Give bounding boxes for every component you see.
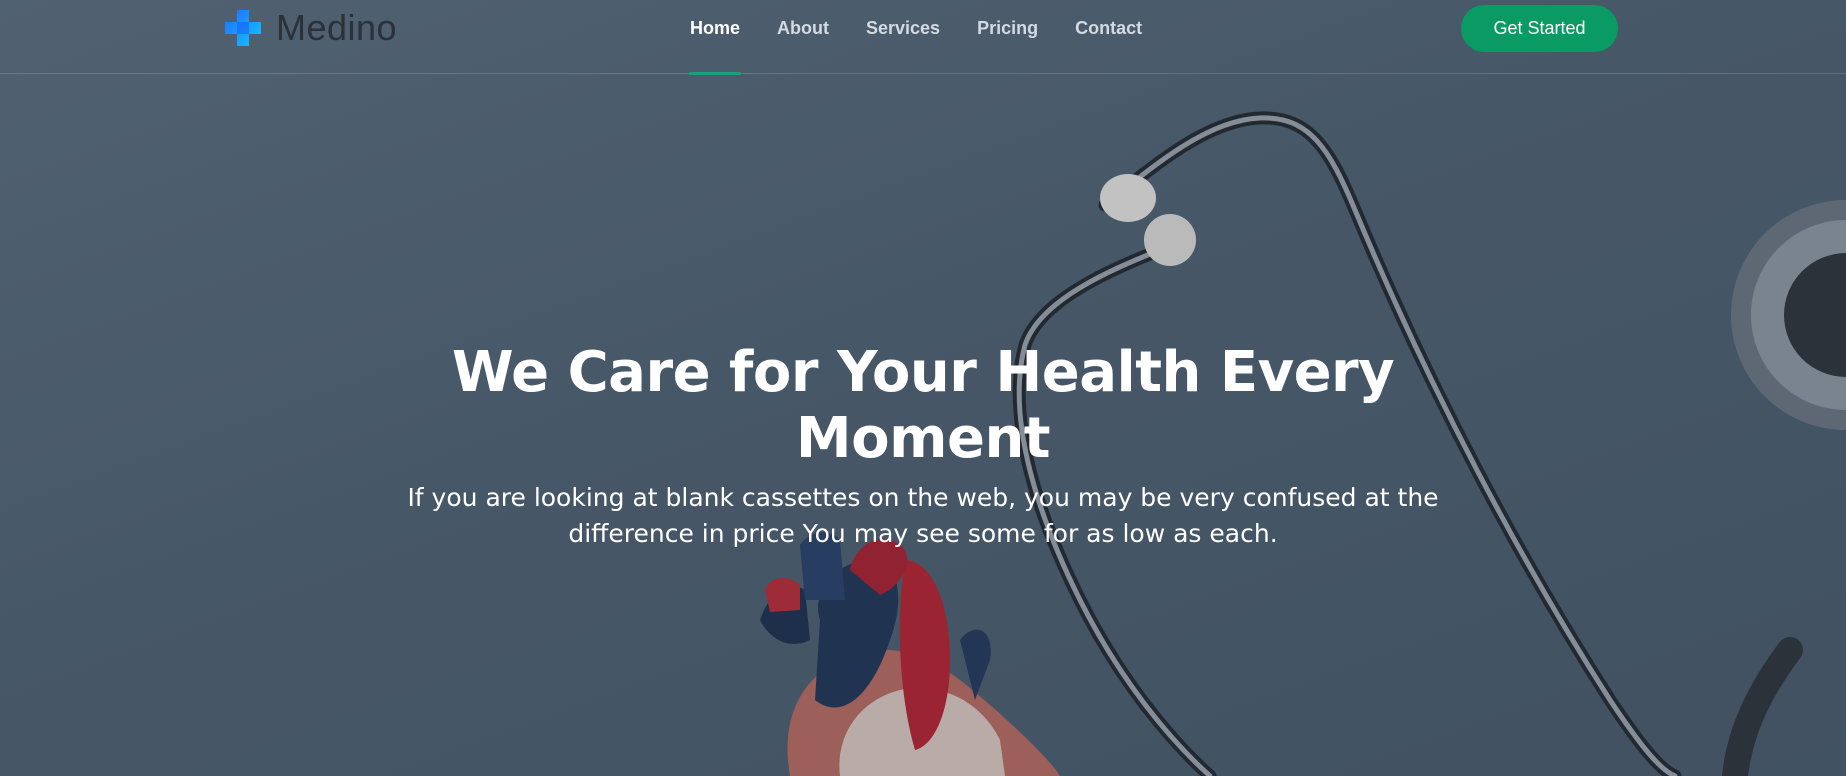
hero-content: We Care for Your Health Every Moment If … <box>323 340 1523 552</box>
medical-cross-icon <box>225 10 261 46</box>
hero-title: We Care for Your Health Every Moment <box>451 340 1395 471</box>
main-nav: Home About Services Pricing Contact <box>688 0 1179 75</box>
get-started-button[interactable]: Get Started <box>1461 5 1618 52</box>
nav-item-pricing[interactable]: Pricing <box>977 0 1038 74</box>
hero-section: Medino Home About Services Pricing Conta… <box>0 0 1846 776</box>
nav-item-about[interactable]: About <box>777 0 829 74</box>
nav-item-contact[interactable]: Contact <box>1075 0 1142 74</box>
nav-item-home[interactable]: Home <box>688 0 742 75</box>
site-header: Medino Home About Services Pricing Conta… <box>0 0 1846 75</box>
brand-name: Medino <box>276 7 398 48</box>
nav-item-services[interactable]: Services <box>866 0 940 74</box>
brand-logo[interactable]: Medino <box>222 7 398 48</box>
hero-subtitle: If you are looking at blank cassettes on… <box>407 483 1439 548</box>
